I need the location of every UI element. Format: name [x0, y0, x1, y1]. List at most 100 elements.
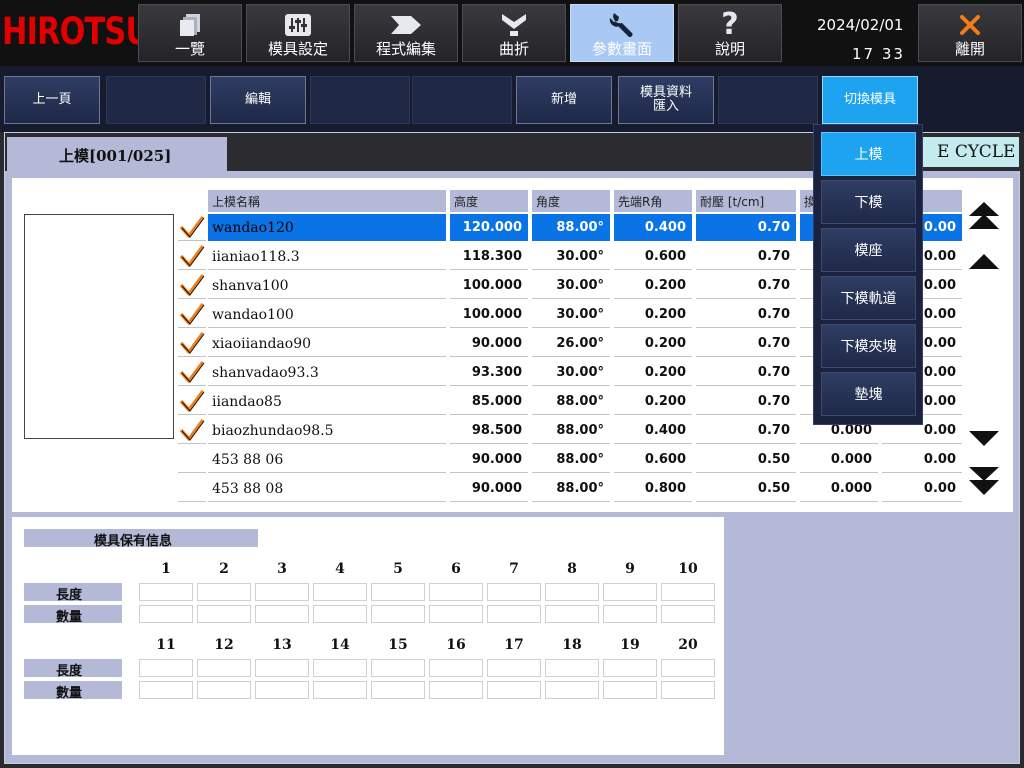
length-field[interactable] — [197, 659, 251, 677]
row-checkbox[interactable] — [178, 475, 206, 502]
length-field[interactable] — [139, 659, 193, 677]
length-field[interactable] — [197, 583, 251, 601]
column-number: 14 — [330, 637, 350, 653]
row-checkbox[interactable] — [178, 388, 206, 415]
dropdown-item[interactable]: 模座 — [821, 228, 916, 272]
length-field[interactable] — [661, 659, 715, 677]
quantity-field[interactable] — [545, 681, 599, 699]
exit-label: 離開 — [954, 40, 985, 58]
cell-angle: 88.00° — [532, 446, 610, 473]
length-field[interactable] — [313, 583, 367, 601]
dropdown-item[interactable]: 下模軌道 — [821, 276, 916, 320]
tool-preview — [24, 214, 174, 439]
date-text: 2024/02/01 — [817, 16, 904, 34]
row-checkbox[interactable] — [178, 446, 206, 473]
length-field[interactable] — [255, 583, 309, 601]
length-field[interactable] — [487, 583, 541, 601]
row-checkbox[interactable] — [178, 272, 206, 299]
cell-height: 85.000 — [450, 388, 528, 415]
quantity-field[interactable] — [197, 681, 251, 699]
dropdown-item[interactable]: 下模 — [821, 180, 916, 224]
quantity-field[interactable] — [545, 605, 599, 623]
quantity-field[interactable] — [661, 605, 715, 623]
nav-tool-setting-button[interactable]: 模具設定 — [246, 4, 350, 62]
length-field[interactable] — [545, 583, 599, 601]
scroll-to-bottom-button[interactable] — [966, 463, 1002, 497]
length-field[interactable] — [255, 659, 309, 677]
length-field[interactable] — [661, 583, 715, 601]
nav-program-edit-button[interactable]: 程式編集 — [354, 4, 458, 62]
dropdown-item[interactable]: 上模 — [821, 132, 916, 176]
dropdown-item[interactable]: 墊塊 — [821, 372, 916, 416]
prev-page-button[interactable]: 上一頁 — [4, 76, 100, 124]
import-tool-data-button[interactable]: 模具資料 匯入 — [618, 76, 714, 124]
quantity-field[interactable] — [371, 605, 425, 623]
cell-height: 118.300 — [450, 243, 528, 270]
nav-bend-button[interactable]: 曲折 — [462, 4, 566, 62]
add-button[interactable]: 新增 — [516, 76, 612, 124]
length-field[interactable] — [313, 659, 367, 677]
length-field[interactable] — [545, 659, 599, 677]
quantity-field[interactable] — [429, 681, 483, 699]
up-arrow-icon — [969, 254, 999, 269]
exit-button[interactable]: 離開 — [918, 4, 1022, 62]
length-field[interactable] — [139, 583, 193, 601]
quantity-field[interactable] — [429, 605, 483, 623]
quantity-field[interactable] — [313, 681, 367, 699]
table-row[interactable]: 453 88 08 90.000 88.00° 0.800 0.50 0.000 0.00 — [178, 475, 964, 502]
cell-height: 93.300 — [450, 359, 528, 386]
time-text: 17 33 — [852, 45, 905, 63]
quantity-field[interactable] — [313, 605, 367, 623]
quantity-field[interactable] — [255, 681, 309, 699]
switch-tool-button[interactable]: 切換模具 — [822, 76, 918, 124]
info-title: 模具保有信息 — [24, 529, 258, 549]
cell-name: 453 88 08 — [208, 475, 446, 502]
nav-parameter-button[interactable]: 參數畫面 — [570, 4, 674, 62]
length-field[interactable] — [487, 659, 541, 677]
sliders-icon — [247, 11, 349, 39]
scroll-up-button[interactable] — [966, 252, 1002, 272]
quantity-field[interactable] — [661, 681, 715, 699]
cell-pressure: 0.70 — [696, 301, 796, 328]
length-field[interactable] — [603, 659, 657, 677]
row-checkbox[interactable] — [178, 417, 206, 444]
hirotsu-logo: HIROTSU — [2, 10, 150, 53]
row-checkbox[interactable] — [178, 330, 206, 357]
nav-help-button[interactable]: ? 說明 — [678, 4, 782, 62]
cell-col6: 0.000 — [800, 475, 878, 502]
arrow-tag-icon — [355, 11, 457, 39]
length-field[interactable] — [429, 583, 483, 601]
quantity-field[interactable] — [487, 681, 541, 699]
nav-label: 曲折 — [498, 40, 529, 58]
scroll-down-button[interactable] — [966, 428, 1002, 448]
length-field[interactable] — [603, 583, 657, 601]
row-checkbox[interactable] — [178, 214, 206, 241]
quantity-field[interactable] — [139, 681, 193, 699]
length-field[interactable] — [429, 659, 483, 677]
row-checkbox[interactable] — [178, 301, 206, 328]
quantity-field[interactable] — [139, 605, 193, 623]
length-field[interactable] — [371, 583, 425, 601]
cell-tip-radius: 0.400 — [614, 417, 692, 444]
quantity-field[interactable] — [603, 681, 657, 699]
nav-overview-button[interactable]: 一覽 — [138, 4, 242, 62]
cell-pressure: 0.70 — [696, 417, 796, 444]
column-number: 5 — [393, 561, 403, 577]
edit-button[interactable]: 編輯 — [210, 76, 306, 124]
table-row[interactable]: 453 88 06 90.000 88.00° 0.600 0.50 0.000 0.00 — [178, 446, 964, 473]
quantity-field[interactable] — [255, 605, 309, 623]
quantity-field[interactable] — [487, 605, 541, 623]
bend-icon — [463, 11, 565, 39]
quantity-field[interactable] — [603, 605, 657, 623]
row-checkbox[interactable] — [178, 359, 206, 386]
tab-upper-die[interactable]: 上模[001/025] — [7, 137, 227, 171]
row-checkbox[interactable] — [178, 243, 206, 270]
dropdown-item[interactable]: 下模夾塊 — [821, 324, 916, 368]
checkmark-icon — [179, 215, 205, 238]
cell-col7: 0.00 — [882, 446, 962, 473]
cell-angle: 88.00° — [532, 475, 610, 502]
length-field[interactable] — [371, 659, 425, 677]
quantity-field[interactable] — [197, 605, 251, 623]
quantity-field[interactable] — [371, 681, 425, 699]
scroll-to-top-button[interactable] — [966, 200, 1002, 234]
